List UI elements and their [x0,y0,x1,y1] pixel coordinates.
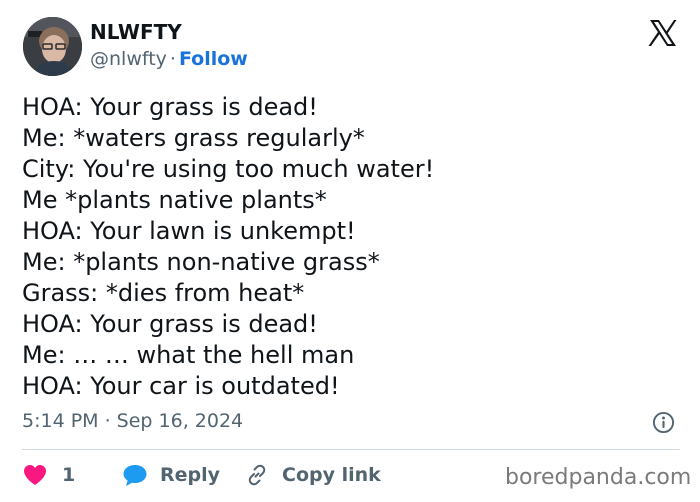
like-button[interactable]: 1 [22,463,122,487]
user-handle[interactable]: @nlwfty [90,48,167,70]
reply-bubble-icon [123,465,147,486]
tweet-line: Me: … … what the hell man [22,341,355,369]
tweet-line: Me *plants native plants* [22,186,327,214]
handle-separator: · [169,48,176,70]
tweet-line: Me: *plants non-native grass* [22,248,380,276]
info-icon[interactable] [652,411,675,434]
tweet-line: Grass: *dies from heat* [22,279,305,307]
heart-icon [24,465,46,485]
avatar[interactable] [23,17,82,76]
tweet-line: HOA: Your grass is dead! [22,310,318,338]
tweet-line: Me: *waters grass regularly* [22,124,365,152]
copy-link-button[interactable]: Copy link [245,463,381,487]
avatar-image [23,17,82,76]
copy-link-label: Copy link [282,464,381,486]
link-icon [248,464,266,486]
tweet-line: HOA: Your grass is dead! [22,93,318,121]
divider [22,449,680,450]
tweet-timestamp[interactable]: 5:14 PM · Sep 16, 2024 [22,410,243,432]
tweet-line: HOA: Your lawn is unkempt! [22,217,356,245]
reply-label: Reply [160,464,221,486]
x-logo-icon[interactable] [648,18,678,48]
handle-row: @nlwfty · Follow [90,48,248,70]
action-bar: 1 Reply Copy link [22,460,381,490]
like-count: 1 [62,464,76,486]
watermark: boredpanda.com [505,465,692,490]
tweet-text: HOA: Your grass is dead! Me: *waters gra… [22,92,682,402]
tweet-card: NLWFTY @nlwfty · Follow HOA: Your grass is… [0,0,700,502]
reply-button[interactable]: Reply [122,463,245,487]
tweet-line: City: You're using too much water! [22,155,435,183]
tweet-line: HOA: Your car is outdated! [22,372,340,400]
display-name[interactable]: NLWFTY [90,20,182,44]
follow-button[interactable]: Follow [179,48,248,70]
